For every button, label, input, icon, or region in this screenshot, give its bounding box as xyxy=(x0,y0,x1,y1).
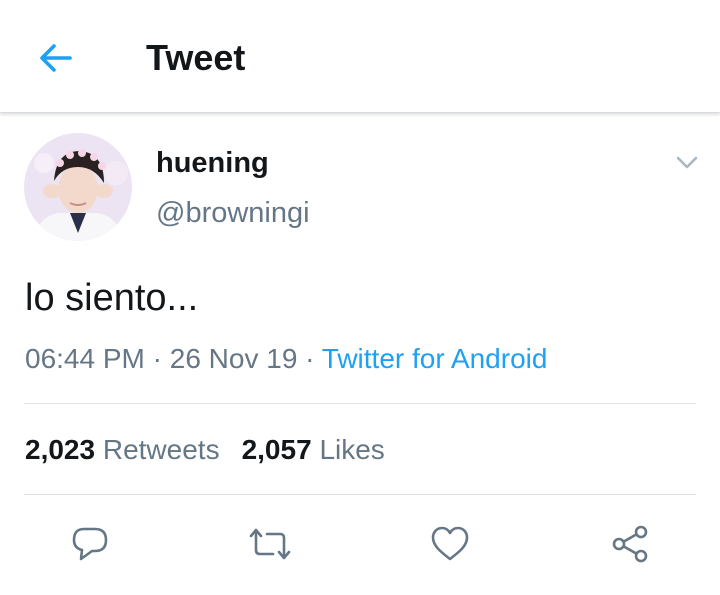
meta-separator: · xyxy=(297,343,322,374)
divider xyxy=(24,494,696,495)
user-handle[interactable]: @browningi xyxy=(156,195,310,231)
tweet-date: 26 Nov 19 xyxy=(169,343,298,374)
tweet-menu-button[interactable] xyxy=(672,150,702,174)
share-button[interactable] xyxy=(608,522,652,566)
retweet-button[interactable] xyxy=(248,522,292,566)
avatar[interactable] xyxy=(24,133,132,241)
likes-stat[interactable]: 2,057 Likes xyxy=(242,434,385,465)
divider xyxy=(24,403,696,404)
chevron-down-icon xyxy=(676,156,698,169)
reply-icon xyxy=(72,527,108,561)
display-name[interactable]: huening xyxy=(156,145,269,181)
retweets-count: 2,023 xyxy=(25,434,96,465)
app-header: Tweet xyxy=(0,0,720,113)
retweets-stat[interactable]: 2,023 Retweets xyxy=(25,434,220,465)
page-title: Tweet xyxy=(146,37,246,78)
retweet-icon xyxy=(249,528,291,560)
heart-icon xyxy=(431,526,469,561)
share-icon xyxy=(612,525,648,563)
tweet-meta: 06:44 PM · 26 Nov 19 · Twitter for Andro… xyxy=(25,341,547,377)
tweet-stats: 2,023 Retweets 2,057 Likes xyxy=(25,432,385,468)
likes-label: Likes xyxy=(319,434,385,465)
tweet-time: 06:44 PM xyxy=(25,343,145,374)
retweets-label: Retweets xyxy=(102,434,220,465)
tweet-source-link[interactable]: Twitter for Android xyxy=(322,343,548,374)
likes-count: 2,057 xyxy=(241,434,312,465)
reply-button[interactable] xyxy=(68,522,112,566)
meta-separator: · xyxy=(144,343,170,374)
tweet-text: lo siento... xyxy=(25,277,199,319)
arrow-left-icon xyxy=(40,44,72,72)
like-button[interactable] xyxy=(428,522,472,566)
back-button[interactable] xyxy=(34,38,78,78)
